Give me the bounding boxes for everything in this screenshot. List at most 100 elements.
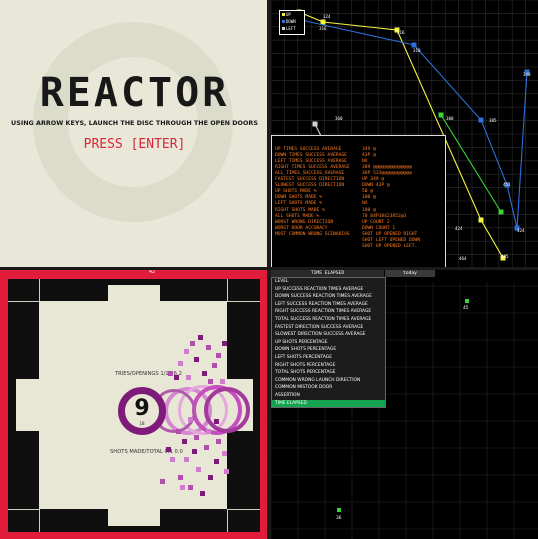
tab-today[interactable]: today bbox=[385, 270, 435, 277]
stats-row-label: UP SHOTS MADE % bbox=[275, 189, 317, 195]
title-screen: REACTOR USING ARROW KEYS, LAUNCH THE DIS… bbox=[0, 0, 269, 267]
metric-option[interactable]: RIGHT SHOTS PERCENTAGE bbox=[272, 362, 385, 370]
stats-row-label: ALL SHOTS MADE % bbox=[275, 213, 320, 219]
legend-item-left: LEFT bbox=[280, 25, 304, 32]
metric-option[interactable]: TIME ELAPSED bbox=[272, 399, 385, 408]
stats-row-label: LEFT TIMES SUCCESS AVERAGE bbox=[275, 159, 347, 165]
quadrant-divider bbox=[0, 267, 538, 270]
stats-row-value: 389 @@@@@@@@@@@@@@ bbox=[362, 165, 412, 171]
tab-time-elapsed[interactable]: TIME ELAPSED bbox=[271, 270, 384, 277]
point-label: 405 bbox=[501, 254, 509, 259]
point-label: 324 bbox=[323, 14, 331, 19]
metrics-panel: TIME ELAPSED today LEVEL UP SUCCESS REACT… bbox=[271, 270, 538, 539]
particle bbox=[170, 457, 175, 462]
metric-option[interactable]: FASTEST DIRECTION SUCCESS AVERAGE bbox=[272, 324, 385, 332]
particle bbox=[160, 479, 165, 484]
point-label: 340 bbox=[523, 72, 531, 77]
particle bbox=[194, 357, 199, 362]
particle bbox=[220, 379, 225, 384]
metric-tab-bar: TIME ELAPSED today bbox=[271, 270, 538, 277]
wall-line bbox=[8, 301, 39, 302]
data-point bbox=[465, 299, 469, 303]
particle bbox=[222, 341, 227, 346]
stats-graph-panel: 324 316 316 310 360 385 300 451 424 340 464 405 424 … bbox=[271, 0, 538, 267]
point-label: 310 bbox=[413, 48, 421, 53]
particle bbox=[222, 451, 227, 456]
wall-line bbox=[227, 509, 260, 510]
series-right-point bbox=[438, 112, 444, 118]
metric-option[interactable]: RIGHT SUCCESS REACTION TIMES AVERAGE bbox=[272, 308, 385, 316]
metric-option[interactable]: LEFT SHOTS PERCENTAGE bbox=[272, 354, 385, 362]
metric-option[interactable]: TOTAL SUCCESS REACTION TIMES AVERAGE bbox=[272, 316, 385, 324]
particle bbox=[174, 375, 179, 380]
stats-summary-box: UP TIMES SUCCESS AVERAGE 349 @ DOWN TIMES … bbox=[271, 135, 446, 267]
metric-option[interactable]: DOWN SHOTS PERCENTAGE bbox=[272, 346, 385, 354]
series-down-point bbox=[411, 42, 417, 48]
metric-option[interactable]: COMMON WRONG LAUNCH DIRECTION bbox=[272, 377, 385, 385]
press-enter-prompt[interactable]: PRESS [ENTER] bbox=[0, 137, 269, 152]
door-left bbox=[16, 379, 39, 431]
reactor-core: 9 18 bbox=[118, 387, 166, 435]
particle bbox=[186, 375, 191, 380]
metric-option[interactable]: COMMON MISTOOK DOOR bbox=[272, 384, 385, 392]
wall-line bbox=[39, 279, 40, 301]
stats-row-value: NA bbox=[362, 201, 368, 207]
particle bbox=[184, 349, 189, 354]
metric-option[interactable]: ASSERTION bbox=[272, 392, 385, 400]
stats-row-value: NA bbox=[362, 159, 368, 165]
game-title: REACTOR bbox=[39, 70, 230, 116]
metric-option[interactable]: UP SHOTS PERCENTAGE bbox=[272, 339, 385, 347]
particle bbox=[190, 341, 195, 346]
metric-option[interactable]: LEVEL bbox=[272, 278, 385, 286]
stats-row-label: FASTEST SUCCESS DIRECTION bbox=[275, 177, 345, 183]
point-label: 45 bbox=[463, 306, 469, 311]
stats-row-value: SHOT UP OPENED RIGHT bbox=[362, 231, 418, 237]
particle bbox=[188, 417, 193, 422]
metric-option[interactable]: DOWN SUCCESS REACTION TIMES AVERAGE bbox=[272, 293, 385, 301]
particle bbox=[188, 485, 193, 490]
wall-line bbox=[39, 509, 40, 532]
arena: TRIES/OPENINGS 1/16 6.2 SHOTS MADE/TOTAL… bbox=[8, 279, 260, 532]
metric-option[interactable]: UP SUCCESS REACTION TIMES AVERAGE bbox=[272, 286, 385, 294]
metric-option[interactable]: LEFT SUCCESS REACTION TIMES AVERAGE bbox=[272, 301, 385, 309]
particle bbox=[214, 459, 219, 464]
stats-row-label: LEFT SHOTS MADE % bbox=[275, 201, 323, 207]
particle bbox=[178, 361, 183, 366]
particle bbox=[204, 445, 209, 450]
stats-row-label: WORST WRONG DIRECTION bbox=[275, 219, 334, 225]
stats-row-label: WORST DOOR ACCURACY bbox=[275, 225, 328, 231]
stats-row-value: 100 @ bbox=[362, 195, 376, 201]
particle bbox=[180, 485, 185, 490]
stats-row-value: SHOT UP OPENED LEFT. bbox=[362, 243, 418, 249]
particle bbox=[178, 475, 183, 480]
series-up-point bbox=[320, 19, 326, 25]
point-label: 424 bbox=[455, 226, 463, 231]
particle bbox=[208, 475, 213, 480]
stats-row-label: RIGHT SHOTS MADE % bbox=[275, 207, 325, 213]
stats-row-value: 100 @ bbox=[362, 207, 376, 213]
stats-row-label: ALL_TIMES_SUCCESS_AVERAGE bbox=[275, 171, 345, 177]
shots-readout: SHOTS MADE/TOTAL 0/1 0.0 bbox=[110, 449, 183, 455]
legend-item-up: UP bbox=[280, 11, 304, 18]
particle bbox=[200, 491, 205, 496]
particle bbox=[216, 439, 221, 444]
point-label: 316 bbox=[319, 26, 327, 31]
stats-row-value: 70 84P38423852@3 bbox=[362, 213, 407, 219]
stats-row-value: SHOT LEFT OPENED DOWN bbox=[362, 237, 421, 243]
particle bbox=[208, 379, 213, 384]
particle bbox=[224, 469, 229, 474]
metric-option[interactable]: TOTAL SHOTS PERCENTAGE bbox=[272, 369, 385, 377]
wall-line bbox=[227, 279, 228, 301]
stats-row-label: RIGHT TIMES SUCCESS AVERAGE bbox=[275, 165, 350, 171]
series-right-point bbox=[498, 209, 504, 215]
game-screen: 42 TRIES/OPENINGS 1/16 6.2 SHOTS MADE/TO… bbox=[0, 270, 267, 539]
point-label: 424 bbox=[517, 228, 525, 233]
stats-row-value: UP 349 @ bbox=[362, 177, 385, 183]
point-label: 300 bbox=[446, 116, 454, 121]
point-label: 316 bbox=[397, 30, 405, 35]
metric-option[interactable]: SLOWEST DIRECTION SUCCESS AVERAGE bbox=[272, 331, 385, 339]
particle bbox=[202, 371, 207, 376]
data-point bbox=[337, 508, 341, 512]
graph-legend: UP DOWN LEFT bbox=[279, 10, 305, 35]
top-counter: 42 bbox=[149, 270, 156, 275]
